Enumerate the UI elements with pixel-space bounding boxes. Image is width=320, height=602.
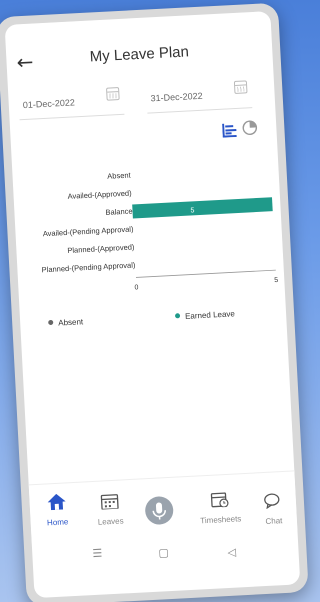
nav-label: Leaves bbox=[97, 516, 124, 527]
to-date-field[interactable]: 31-Dec-2022 bbox=[145, 74, 253, 114]
legend-item-earned-leave[interactable]: Earned Leave bbox=[174, 309, 236, 321]
chart-view-toggle bbox=[212, 120, 263, 141]
nav-label: Timesheets bbox=[200, 514, 242, 526]
x-tick-label: 0 bbox=[134, 284, 138, 291]
legend-dot bbox=[174, 313, 181, 319]
header: ← My Leave Plan bbox=[5, 11, 273, 75]
from-date-value: 01-Dec-2022 bbox=[22, 97, 76, 111]
page-title: My Leave Plan bbox=[89, 43, 190, 66]
menu-lines-icon[interactable]: ☰ bbox=[92, 547, 103, 560]
leaves-calendar-icon bbox=[100, 494, 119, 511]
calendar-icon[interactable] bbox=[106, 87, 120, 101]
bottom-navigation: Home Leaves Timesheets Chat bbox=[28, 470, 299, 545]
leave-bar-chart: Absent Availed-(Approved) Balance Availed-(… bbox=[12, 156, 286, 330]
timesheets-icon bbox=[210, 492, 229, 508]
chart-svg: 5 0 5 bbox=[132, 197, 279, 292]
date-filter-row: 01-Dec-2022 31-Dec-2022 bbox=[17, 73, 266, 126]
legend-dot bbox=[48, 319, 54, 326]
nav-item-home[interactable]: Home bbox=[31, 493, 83, 529]
from-date-field[interactable]: 01-Dec-2022 bbox=[17, 80, 125, 121]
chat-icon bbox=[264, 493, 280, 510]
data-label: 5 bbox=[190, 207, 194, 214]
to-date-value: 31-Dec-2022 bbox=[150, 90, 203, 104]
x-axis-line bbox=[135, 269, 276, 278]
mic-button[interactable] bbox=[144, 495, 174, 526]
calendar-icon[interactable] bbox=[233, 80, 248, 95]
legend-item-absent[interactable]: Absent bbox=[48, 317, 83, 328]
app-screen: ← My Leave Plan 01-Dec-2022 31-Dec-2022 bbox=[4, 11, 301, 599]
square-home-icon[interactable]: ▢ bbox=[158, 546, 169, 560]
legend-label: Absent bbox=[58, 317, 84, 328]
x-tick-label: 5 bbox=[274, 277, 278, 284]
nav-item-chat[interactable]: Chat bbox=[247, 491, 299, 527]
bar[interactable] bbox=[132, 197, 273, 219]
home-icon bbox=[47, 493, 66, 511]
mic-icon bbox=[152, 502, 166, 520]
legend-label: Earned Leave bbox=[184, 309, 236, 321]
nav-label: Home bbox=[46, 517, 69, 528]
nav-item-timesheets[interactable]: Timesheets bbox=[194, 490, 246, 526]
nav-label: Chat bbox=[265, 516, 283, 526]
system-navigation-bar: ☰ ▢ ◁ bbox=[32, 536, 299, 580]
nav-item-leaves[interactable]: Leaves bbox=[84, 492, 136, 528]
pie-chart-icon[interactable] bbox=[242, 120, 258, 136]
bar-chart-icon[interactable] bbox=[222, 123, 237, 138]
phone-frame: ← My Leave Plan 01-Dec-2022 31-Dec-2022 bbox=[0, 2, 309, 602]
triangle-back-icon[interactable]: ◁ bbox=[227, 546, 236, 559]
